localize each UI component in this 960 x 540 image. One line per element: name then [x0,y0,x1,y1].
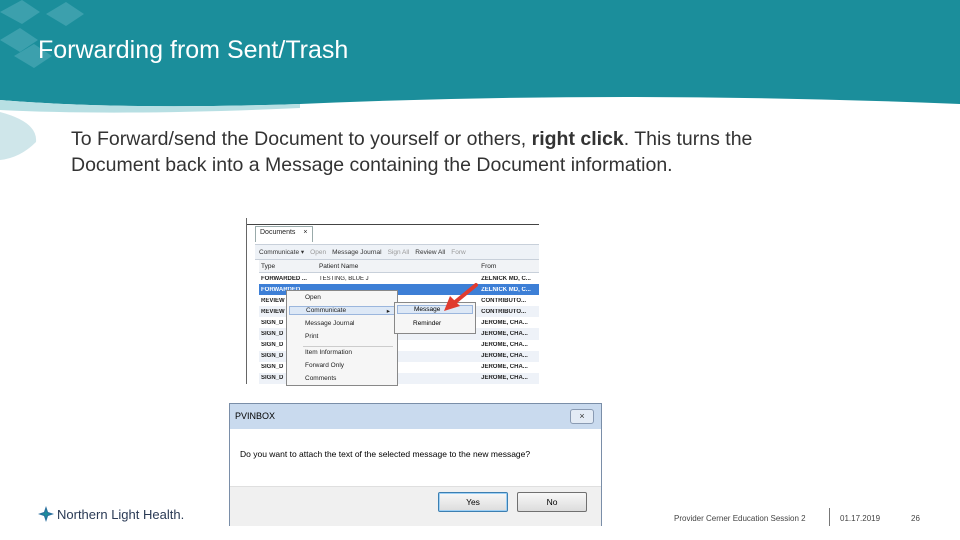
column-header-type[interactable]: Type [259,263,317,270]
footer-page-number: 26 [911,514,920,523]
window-top-strip [247,218,539,225]
pvinbox-dialog: PVINBOX × Do you want to attach the text… [229,403,602,526]
table-row[interactable]: FORWARDED ... TESTING, BLUE J ZELNICK MD, … [259,273,539,284]
menu-item-message-journal[interactable]: Message Journal [305,320,355,327]
logo-wordmark: Northern Light Health. [57,506,185,522]
open-button[interactable]: Open [310,249,326,256]
menu-item-communicate-label: Communicate [306,307,347,314]
cell-from: CONTRIBUTO... [481,297,526,304]
column-header-patient-name[interactable]: Patient Name [317,263,479,270]
no-button[interactable]: No [517,492,587,512]
column-header-from[interactable]: From [479,263,539,270]
cell-from: ZELNICK MD, C... [481,286,531,293]
cell-type: FORWARDED ... [261,275,307,282]
dialog-title: PVINBOX [235,411,276,421]
submenu-item-reminder[interactable]: Reminder [413,320,441,327]
decorative-leaf-shape [0,112,37,160]
menu-separator [303,346,393,347]
cell-from: JEROME, CHA... [481,364,528,371]
submenu-arrow-icon: ▸ [386,308,390,315]
dialog-button-bar: Yes No [230,486,601,526]
menu-item-comments[interactable]: Comments [305,375,336,382]
cell-from: JEROME, CHA... [481,319,528,326]
dialog-titlebar: PVINBOX × [230,404,601,429]
slide-body-text: To Forward/send the Document to yourself… [71,126,771,178]
message-journal-button[interactable]: Message Journal [332,249,382,256]
documents-tab-bar: Documents × [255,226,313,242]
sign-all-button[interactable]: Sign All [388,249,410,256]
menu-item-communicate[interactable]: Communicate ▸ [289,306,395,315]
northern-light-health-logo: Northern Light Health. [38,506,184,522]
context-menu: Open Communicate ▸ Message Journal Print … [286,290,398,386]
communicate-button[interactable]: Communicate ▾ [259,248,304,256]
body-text-emphasis: right click [531,128,624,150]
menu-item-open[interactable]: Open [305,294,321,301]
menu-item-print[interactable]: Print [305,333,318,340]
documents-toolbar: Communicate ▾ Open Message Journal Sign … [255,244,539,260]
footer-divider [829,508,830,526]
dialog-message: Do you want to attach the text of the se… [240,449,531,459]
menu-item-item-information[interactable]: Item Information [305,349,352,356]
cell-from: JEROME, CHA... [481,375,528,382]
close-icon[interactable]: × [570,409,594,424]
menu-item-forward-only[interactable]: Forward Only [305,362,344,369]
footer-date: 01.17.2019 [840,514,881,523]
cell-patient: TESTING, BLUE J [318,275,369,282]
red-pointer-arrow-icon [444,283,478,311]
slide-title: Forwarding from Sent/Trash [38,36,349,64]
star-logo-icon [38,506,54,522]
tab-documents[interactable]: Documents × [255,226,313,242]
table-header: Type Patient Name From [259,260,539,273]
cell-from: CONTRIBUTO... [481,308,526,315]
cell-from: JEROME, CHA... [481,353,528,360]
tab-documents-label: Documents [260,229,296,236]
review-all-button[interactable]: Review All [415,249,445,256]
yes-button[interactable]: Yes [438,492,508,512]
forward-button[interactable]: Forw [451,249,465,256]
cell-from: JEROME, CHA... [481,342,528,349]
close-icon[interactable]: × [303,229,307,236]
body-text-intro: To Forward/send the Document to yourself… [71,128,532,150]
cell-from: ZELNICK MD, C... [481,275,531,282]
footer-session: Provider Cerner Education Session 2 [674,514,806,523]
cell-from: JEROME, CHA... [481,331,528,338]
